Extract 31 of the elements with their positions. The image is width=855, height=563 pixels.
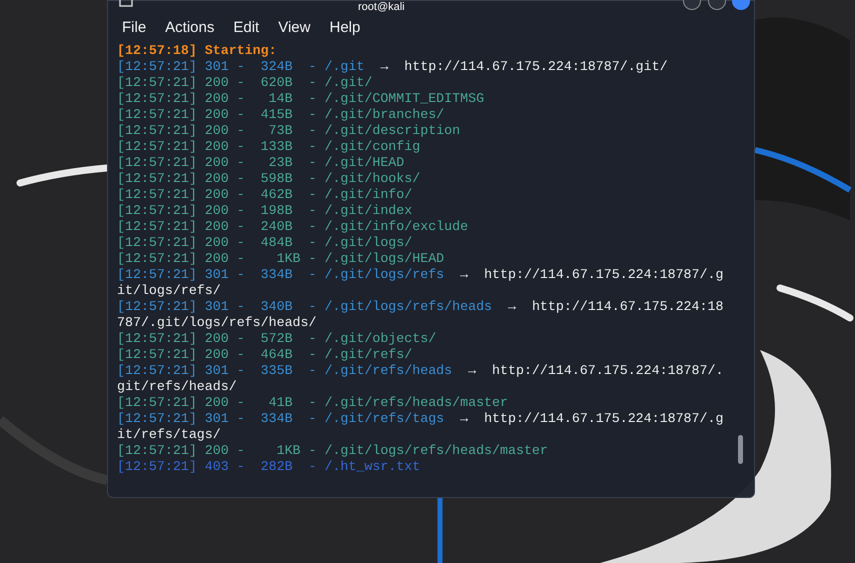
terminal-line: [12:57:21] 200 - 198B - /.git/index (117, 203, 414, 219)
terminal-line: [12:57:21] 200 - 23B - /.git/HEAD (117, 155, 406, 171)
window-title: root@kali (358, 1, 405, 13)
menu-item[interactable]: File (122, 16, 146, 40)
terminal-line: [12:57:21] 301 - 335B - /.git/refs/heads → http://114.67.175.224:18787/.git/refs/heads/ (117, 363, 724, 395)
menu-item[interactable]: View (278, 16, 310, 40)
terminal-line: [12:57:21] 200 - 240B - /.git/info/exclude (117, 219, 470, 235)
terminal-line: [12:57:21] 200 - 415B - /.git/branches/ (117, 107, 446, 123)
terminal-line: [12:57:21] 200 - 572B - /.git/objects/ (117, 331, 438, 347)
terminal-line: [12:57:21] 301 - 334B - /.git/logs/refs → http://114.67.175.224:18787/.git/logs/refs/ (117, 267, 724, 299)
terminal-line: [12:57:21] 403 - 282B - /.ht_wsr.txt (117, 459, 422, 475)
terminal-line: [12:57:21] 200 - 1KB - /.git/logs/HEAD (117, 251, 446, 267)
menu-item[interactable]: Help (329, 16, 360, 40)
scrollbar-thumb[interactable] (738, 435, 743, 464)
wallpaper-stripe (438, 498, 442, 563)
terminal-line: [12:57:18] Starting: (117, 43, 278, 59)
terminal-line: [12:57:21] 301 - 324B - /.git → http://114.67.175.224:18787/.git/ (117, 59, 669, 75)
terminal-line: [12:57:21] 200 - 1KB - /.git/logs/refs/heads/master (117, 443, 549, 459)
menu-item[interactable]: Edit (233, 16, 260, 40)
terminal-line: [12:57:21] 200 - 41B - /.git/refs/heads/master (117, 395, 509, 411)
terminal-line: [12:57:21] 301 - 340B - /.git/logs/refs/heads → http://114.67.175.224:18787/.git/logs/refs/heads/ (117, 299, 724, 331)
terminal-line: [12:57:21] 200 - 598B - /.git/hooks/ (117, 171, 422, 187)
terminal-line: [12:57:21] 200 - 133B - /.git/config (117, 139, 422, 155)
terminal-line: [12:57:21] 200 - 462B - /.git/info/ (117, 187, 414, 203)
terminal-line: [12:57:21] 200 - 484B - /.git/logs/ (117, 235, 414, 251)
terminal-line: [12:57:21] 301 - 334B - /.git/refs/tags → http://114.67.175.224:18787/.git/refs/tags/ (117, 411, 724, 443)
menu-item[interactable]: Actions (165, 16, 214, 40)
terminal-line: [12:57:21] 200 - 620B - /.git/ (117, 75, 374, 91)
terminal-line: [12:57:21] 200 - 73B - /.git/description (117, 123, 462, 139)
terminal-line: [12:57:21] 200 - 14B - /.git/COMMIT_EDITMSG (117, 91, 486, 107)
terminal-line: [12:57:21] 200 - 464B - /.git/refs/ (117, 347, 414, 363)
